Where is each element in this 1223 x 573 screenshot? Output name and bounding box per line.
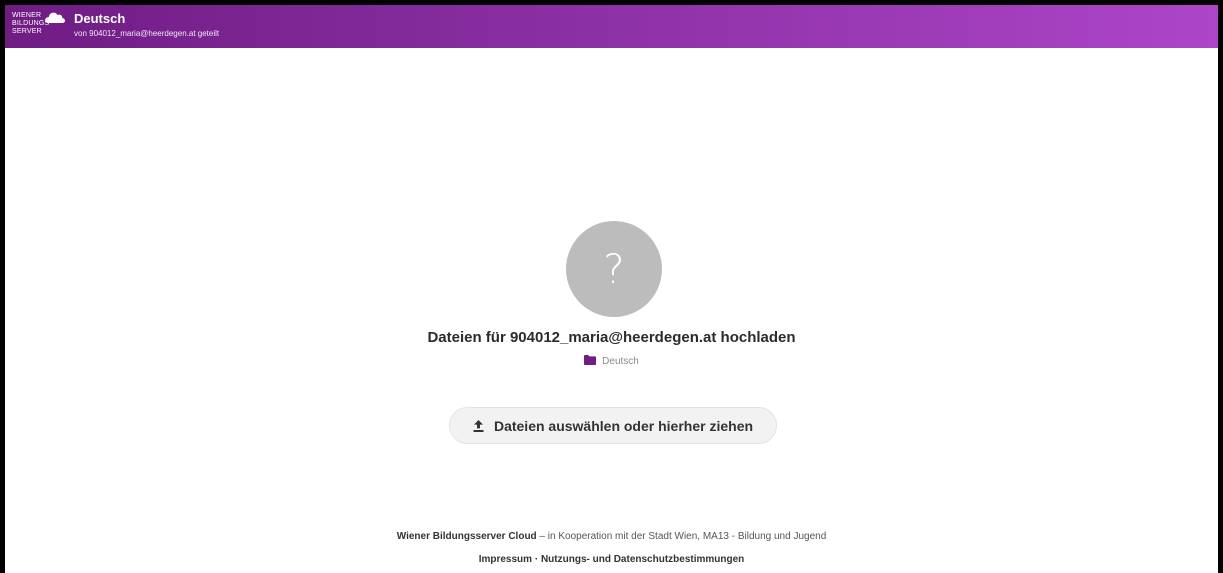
impressum-link[interactable]: Impressum bbox=[479, 554, 532, 565]
folder-label: Deutsch bbox=[5, 355, 1218, 367]
question-mark-glyph: ? bbox=[603, 247, 625, 293]
page: WIENER BILDUNGS SERVER Deutsch von 90401… bbox=[5, 5, 1218, 573]
footer-tagline: – in Kooperation mit der Stadt Wien, MA1… bbox=[536, 531, 827, 542]
cloud-icon bbox=[45, 12, 66, 23]
share-title: Deutsch bbox=[74, 11, 126, 26]
upload-title: Dateien für 904012_maria@heerdegen.at ho… bbox=[427, 329, 796, 346]
wiener-bildungsserver-logo[interactable]: WIENER BILDUNGS SERVER bbox=[12, 12, 68, 42]
upload-icon bbox=[473, 419, 484, 432]
folder-name: Deutsch bbox=[602, 356, 639, 367]
upload-button-label: Dateien auswählen oder hierher ziehen bbox=[493, 417, 754, 434]
avatar-placeholder: ? bbox=[566, 221, 662, 317]
footer-credits: Wiener Bildungsserver Cloud – in Koopera… bbox=[5, 531, 1218, 542]
share-subtitle: von 904012_maria@heerdegen.at geteilt bbox=[74, 29, 220, 38]
footer-brand: Wiener Bildungsserver Cloud bbox=[396, 531, 537, 542]
terms-link[interactable]: Nutzungs- und Datenschutzbestimmungen bbox=[541, 554, 744, 565]
header-bar: WIENER BILDUNGS SERVER Deutsch von 90401… bbox=[5, 5, 1218, 48]
folder-icon bbox=[584, 355, 597, 365]
footer-links: Impressum · Nutzungs- und Datenschutzbes… bbox=[5, 554, 1218, 565]
upload-files-button[interactable]: Dateien auswählen oder hierher ziehen bbox=[449, 407, 777, 444]
footer-link-separator: · bbox=[532, 554, 541, 565]
